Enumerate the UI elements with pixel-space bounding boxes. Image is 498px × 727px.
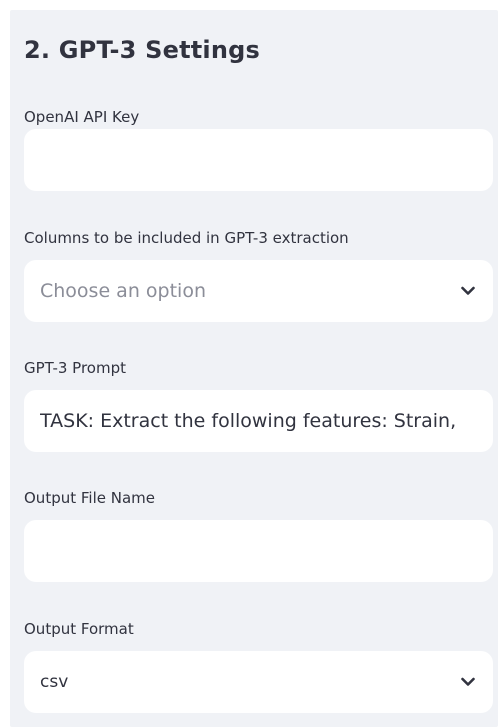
columns-select[interactable]: Choose an option <box>24 260 493 322</box>
settings-panel: 2. GPT-3 Settings OpenAI API Key Columns… <box>10 10 498 727</box>
output-file-input[interactable] <box>24 520 493 582</box>
prompt-input[interactable]: TASK: Extract the following features: St… <box>24 390 493 452</box>
chevron-down-icon <box>459 282 477 300</box>
section-title: 2. GPT-3 Settings <box>24 36 261 64</box>
output-format-label: Output Format <box>24 620 134 638</box>
api-key-label: OpenAI API Key <box>24 108 140 126</box>
api-key-input[interactable] <box>24 129 493 191</box>
chevron-down-icon <box>459 673 477 691</box>
prompt-input-value: TASK: Extract the following features: St… <box>40 410 457 432</box>
columns-label: Columns to be included in GPT-3 extracti… <box>24 229 349 247</box>
prompt-label: GPT-3 Prompt <box>24 359 126 377</box>
output-format-selected: csv <box>40 672 69 692</box>
columns-select-placeholder: Choose an option <box>40 280 206 302</box>
output-file-label: Output File Name <box>24 489 155 507</box>
output-format-select[interactable]: csv <box>24 651 493 713</box>
